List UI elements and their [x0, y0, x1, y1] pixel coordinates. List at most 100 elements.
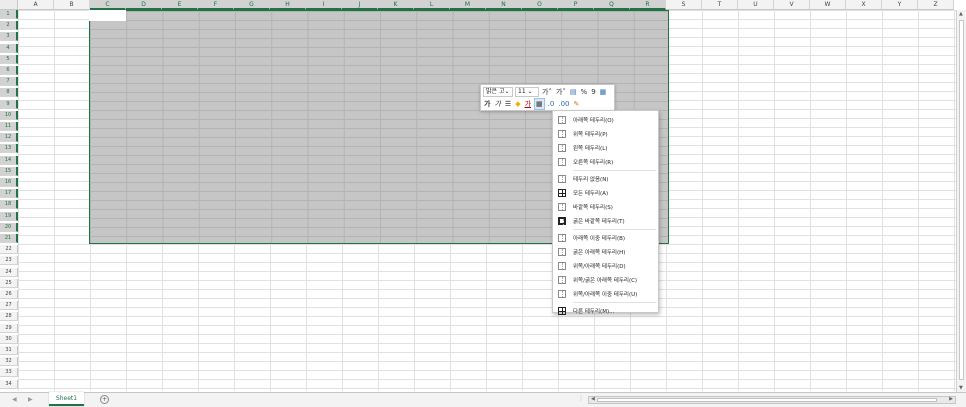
menu-item-thick-bottom-border[interactable]: 굵은 아래쪽 테두리(H) [553, 245, 658, 259]
vertical-scroll-thumb[interactable] [959, 20, 964, 380]
row-header-16[interactable]: 16 [0, 178, 18, 187]
row-header-12[interactable]: 12 [0, 133, 18, 143]
column-header-y[interactable]: Y [882, 0, 918, 10]
font-color-button[interactable]: 가 [524, 99, 532, 109]
column-header-h[interactable]: H [270, 0, 306, 10]
row-header-13[interactable]: 13 [0, 144, 18, 154]
column-header-a[interactable]: A [18, 0, 54, 10]
decrease-decimal-button[interactable]: .00 [557, 99, 570, 109]
align-button[interactable]: ☰ [504, 99, 512, 109]
row-header-10[interactable]: 10 [0, 110, 18, 120]
row-header-14[interactable]: 14 [0, 155, 18, 165]
row-header-17[interactable]: 17 [0, 189, 18, 199]
row-header-26[interactable]: 26 [0, 290, 18, 299]
row-header-31[interactable]: 31 [0, 346, 18, 355]
column-header-c[interactable]: C [90, 0, 126, 10]
active-cell[interactable] [89, 10, 126, 21]
format-table-icon[interactable]: ▦ [599, 87, 608, 97]
row-header-3[interactable]: 3 [0, 32, 18, 42]
row-header-19[interactable]: 19 [0, 211, 18, 221]
increase-decimal-button[interactable]: .0 [547, 99, 556, 109]
accounting-format-icon[interactable]: ▤ [569, 87, 578, 97]
column-header-b[interactable]: B [54, 0, 90, 10]
column-header-e[interactable]: E [162, 0, 198, 10]
format-painter-icon[interactable]: ✎ [572, 99, 580, 109]
bold-button[interactable]: 가 [483, 99, 491, 109]
font-size-box[interactable]: 11 ⌄ [515, 87, 539, 97]
column-header-g[interactable]: G [234, 0, 270, 10]
sheet-tab-sheet1[interactable]: Sheet1 [49, 392, 84, 406]
column-header-m[interactable]: M [450, 0, 486, 10]
menu-item-all-borders[interactable]: 모든 테두리(A) [553, 186, 658, 200]
menu-item-top-double-bottom-border[interactable]: 위쪽/아래쪽 이중 테두리(U) [553, 287, 658, 301]
scroll-up-arrow-icon[interactable]: ▲ [959, 11, 963, 17]
column-header-l[interactable]: L [414, 0, 450, 10]
italic-button[interactable]: 가 [493, 99, 501, 109]
column-header-o[interactable]: O [522, 0, 558, 10]
row-header-27[interactable]: 27 [0, 301, 18, 311]
row-header-23[interactable]: 23 [0, 256, 18, 266]
row-header-1[interactable]: 1 [0, 10, 18, 19]
vertical-scrollbar[interactable]: ▲ ▼ [956, 10, 966, 392]
row-header-22[interactable]: 22 [0, 245, 18, 255]
comma-button[interactable]: 9 [590, 87, 596, 97]
row-header-4[interactable]: 4 [0, 43, 18, 53]
menu-item-top-bottom-border[interactable]: 위쪽/아래쪽 테두리(D) [553, 259, 658, 273]
row-header-7[interactable]: 7 [0, 77, 18, 87]
next-sheet-arrow-icon[interactable]: ▶ [28, 396, 33, 403]
column-header-k[interactable]: K [378, 0, 414, 10]
row-header-5[interactable]: 5 [0, 54, 18, 64]
row-header-32[interactable]: 32 [0, 357, 18, 367]
column-header-w[interactable]: W [810, 0, 846, 10]
menu-item-thick-outside-borders[interactable]: 굵은 바깥쪽 테두리(T) [553, 214, 658, 228]
column-header-x[interactable]: X [846, 0, 882, 10]
horizontal-scrollbar[interactable]: ◀ ▶ [588, 396, 956, 404]
menu-item-no-border[interactable]: 테두리 없음(N) [553, 172, 658, 186]
column-header-r[interactable]: R [630, 0, 666, 10]
add-sheet-button[interactable]: + [100, 395, 109, 404]
menu-item-more-borders[interactable]: 다른 테두리(M)... [553, 304, 658, 318]
column-header-j[interactable]: J [342, 0, 378, 10]
menu-item-bottom-double-border[interactable]: 아래쪽 이중 테두리(B) [553, 231, 658, 245]
borders-button[interactable]: ▦ [534, 98, 545, 110]
scroll-left-arrow-icon[interactable]: ◀ [591, 396, 595, 402]
menu-item-left-border[interactable]: 왼쪽 테두리(L) [553, 141, 658, 155]
row-header-24[interactable]: 24 [0, 267, 18, 277]
column-header-d[interactable]: D [126, 0, 162, 10]
column-header-v[interactable]: V [774, 0, 810, 10]
row-header-34[interactable]: 34 [0, 379, 18, 389]
column-header-u[interactable]: U [738, 0, 774, 10]
row-header-9[interactable]: 9 [0, 99, 18, 109]
scroll-right-arrow-icon[interactable]: ▶ [949, 396, 953, 402]
row-header-29[interactable]: 29 [0, 323, 18, 333]
percent-button[interactable]: % [580, 87, 589, 97]
spreadsheet-grid[interactable]: ABCDEFGHIJKLMNOPQRSTUVWXYZ 1 2 3 4 5 6 7 8 9 10 11… [0, 0, 966, 407]
menu-item-bottom-border[interactable]: 아래쪽 테두리(O) [553, 113, 658, 127]
menu-item-outside-borders[interactable]: 바깥쪽 테두리(S) [553, 200, 658, 214]
column-header-q[interactable]: Q [594, 0, 630, 10]
column-header-t[interactable]: T [702, 0, 738, 10]
increase-font-button[interactable]: 가˄ [541, 87, 553, 97]
row-header-11[interactable]: 11 [0, 122, 18, 131]
menu-item-right-border[interactable]: 오른쪽 테두리(R) [553, 155, 658, 169]
menu-item-top-border[interactable]: 위쪽 테두리(P) [553, 127, 658, 141]
tab-split-handle[interactable]: ⋮ [578, 395, 584, 402]
row-header-6[interactable]: 6 [0, 66, 18, 75]
row-header-8[interactable]: 8 [0, 88, 18, 98]
prev-sheet-arrow-icon[interactable]: ◀ [12, 396, 17, 403]
font-name-box[interactable]: 맑은 고⌄ [483, 87, 513, 97]
row-header-21[interactable]: 21 [0, 234, 18, 243]
horizontal-scroll-thumb[interactable] [597, 398, 937, 402]
row-header-30[interactable]: 30 [0, 334, 18, 344]
select-all-corner[interactable] [0, 0, 18, 10]
column-header-i[interactable]: I [306, 0, 342, 10]
column-header-z[interactable]: Z [918, 0, 954, 10]
column-header-p[interactable]: P [558, 0, 594, 10]
decrease-font-button[interactable]: 가˅ [555, 87, 567, 97]
row-header-15[interactable]: 15 [0, 166, 18, 176]
column-header-f[interactable]: F [198, 0, 234, 10]
row-header-18[interactable]: 18 [0, 200, 18, 210]
scroll-down-arrow-icon[interactable]: ▼ [959, 385, 963, 391]
menu-item-top-thick-bottom-border[interactable]: 위쪽/굵은 아래쪽 테두리(C) [553, 273, 658, 287]
row-header-33[interactable]: 33 [0, 368, 18, 378]
